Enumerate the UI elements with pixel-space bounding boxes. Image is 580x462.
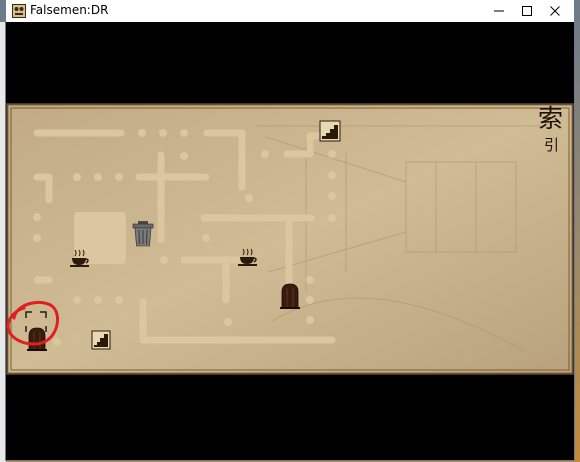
close-icon xyxy=(550,6,560,16)
maximize-button[interactable] xyxy=(512,0,542,22)
title-bar[interactable]: Falsemen:DR xyxy=(6,0,574,22)
index-title-glyph: 索 xyxy=(538,104,564,133)
minimize-button[interactable] xyxy=(484,0,514,22)
game-app-icon xyxy=(12,4,26,18)
trash-can-icon[interactable] xyxy=(132,221,154,247)
game-viewport[interactable]: 索 引 xyxy=(6,22,574,460)
game-window: Falsemen:DR 索 引 xyxy=(6,0,574,460)
stairs-icon[interactable] xyxy=(319,120,341,142)
index-map xyxy=(6,103,574,375)
wooden-door-icon[interactable] xyxy=(280,283,300,309)
stairs-icon[interactable] xyxy=(91,330,111,350)
close-button[interactable] xyxy=(540,0,570,22)
maximize-icon xyxy=(522,6,532,16)
window-title: Falsemen:DR xyxy=(30,3,109,17)
wooden-door-icon[interactable] xyxy=(27,327,47,351)
minimize-icon xyxy=(494,10,504,12)
index-subtitle-glyph: 引 xyxy=(544,136,560,154)
map-room-block xyxy=(74,212,126,264)
